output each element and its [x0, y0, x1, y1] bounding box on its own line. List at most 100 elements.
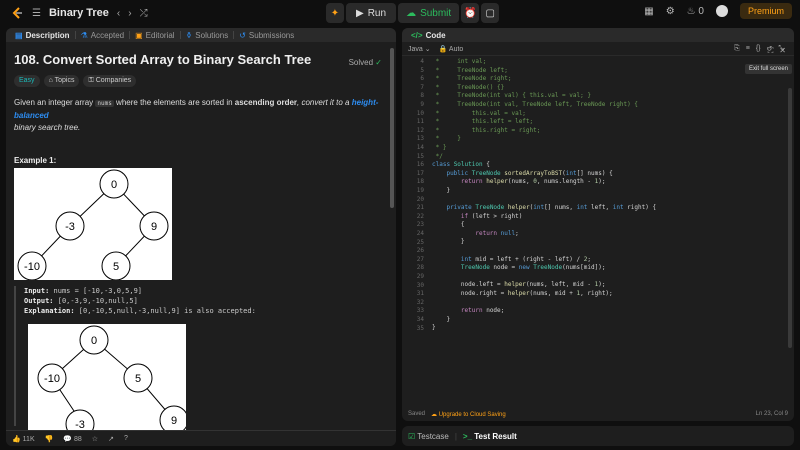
- code-scrollbar[interactable]: [788, 88, 792, 348]
- solved-badge: Solved ✓: [348, 58, 382, 67]
- left-tabs: ▤ Description ⚗ Accepted ▣ Editorial ⚱ Solut…: [6, 28, 396, 42]
- document-icon: ▤: [15, 30, 23, 40]
- gear-icon[interactable]: ⚙: [666, 6, 675, 17]
- help-button[interactable]: ?: [124, 435, 128, 442]
- description-footer: 👍 11K 👎 💬 88 ☆ ↗ ?: [6, 430, 396, 446]
- code-tabs: </> Code: [402, 28, 794, 42]
- problem-list-title[interactable]: Binary Tree: [49, 7, 109, 19]
- code-panel-controls: ⛶ ✕: [768, 46, 786, 56]
- auto-mode-toggle[interactable]: 🔒 Auto: [439, 45, 464, 53]
- tab-submissions[interactable]: ↺ Submissions: [234, 31, 299, 40]
- tab-editorial[interactable]: ▣ Editorial: [130, 31, 179, 40]
- timer-button[interactable]: ⏰: [461, 3, 480, 23]
- example-tree-image: 0 -3 9 -10 5: [14, 168, 172, 280]
- alarm-icon: ⏰: [463, 7, 477, 19]
- close-icon[interactable]: ✕: [779, 46, 786, 56]
- cursor-position: Ln 23, Col 9: [755, 411, 788, 417]
- companies-tag[interactable]: ⚿ Companies: [83, 75, 137, 87]
- star-icon: ☆: [91, 435, 99, 443]
- maximize-icon[interactable]: ⛶: [768, 46, 774, 56]
- tab-description[interactable]: ▤ Description: [10, 31, 75, 40]
- format-icon[interactable]: ≡: [746, 45, 750, 53]
- note-icon: ▢: [485, 7, 495, 19]
- saved-status: Saved: [408, 411, 426, 417]
- tree2-node-r: 5: [135, 373, 141, 385]
- avatar[interactable]: [715, 5, 728, 17]
- leetcode-logo-icon[interactable]: [10, 6, 24, 20]
- code-footer: Saved ☁ Upgrade to Cloud Saving Ln 23, C…: [402, 407, 794, 421]
- checkbox-icon: ☑: [408, 431, 416, 441]
- flask-icon: ⚗: [80, 30, 88, 40]
- tab-code[interactable]: </> Code: [406, 31, 451, 40]
- test-panel: ☑ Testcase | >_ Test Result: [402, 426, 794, 446]
- play-icon: ▶: [356, 7, 364, 19]
- book-icon: ▣: [135, 30, 143, 40]
- cloud-upload-icon: ☁: [406, 7, 417, 19]
- code-line: * TreeNode right;: [432, 75, 512, 83]
- beaker-icon: ⚱: [185, 30, 193, 40]
- prev-problem-icon[interactable]: ‹: [117, 8, 120, 19]
- code-line: * TreeNode() {}: [432, 83, 505, 91]
- code-line: * this.val = val;: [432, 109, 526, 117]
- code-line: * }: [432, 143, 447, 151]
- comments-button[interactable]: 💬 88: [63, 435, 81, 443]
- tree1-node-l: -3: [65, 221, 75, 233]
- tree2-node-root: 0: [91, 335, 97, 347]
- premium-button[interactable]: Premium: [739, 3, 792, 19]
- check-circle-icon: ✓: [375, 58, 382, 67]
- tree1-node-root: 0: [111, 179, 117, 191]
- layout-icon[interactable]: ▦: [644, 6, 653, 17]
- problem-list-icon[interactable]: ☰: [32, 8, 41, 19]
- run-button[interactable]: ▶ Run: [346, 3, 397, 23]
- code-text: * int val; * TreeNode left; * TreeNode r…: [432, 58, 657, 332]
- history-icon: ↺: [239, 30, 246, 40]
- tree1-node-rl: 5: [113, 261, 119, 273]
- code-panel: </> Code ⛶ ✕ Java ⌄ 🔒 Auto ⎘ ≡ {} ↺ ⤡ Exi…: [402, 28, 794, 421]
- terminal-icon: >_: [462, 431, 473, 441]
- example-title: Example 1:: [14, 156, 57, 165]
- tree2-node-rr: 9: [171, 415, 177, 427]
- description-panel: ▤ Description ⚗ Accepted ▣ Editorial ⚱ Solut…: [6, 28, 396, 446]
- share-icon: ↗: [108, 435, 114, 443]
- code-editor[interactable]: 4 5 6 7 8 9 10 11 12 13 14 15 16 17 18 1…: [402, 58, 794, 398]
- share-button[interactable]: ↗: [108, 435, 114, 443]
- thumbs-down-icon: 👎: [44, 435, 54, 443]
- code-line: * TreeNode left;: [432, 66, 508, 74]
- notes-button[interactable]: ▢: [481, 3, 500, 23]
- dislike-button[interactable]: 👎: [45, 435, 54, 443]
- page-title: 108. Convert Sorted Array to Binary Sear…: [14, 52, 312, 67]
- streak-counter[interactable]: ♨ 0: [687, 6, 704, 17]
- upgrade-link[interactable]: ☁ Upgrade to Cloud Saving: [431, 411, 506, 418]
- code-line: */: [432, 152, 443, 160]
- braces-icon[interactable]: {}: [756, 45, 761, 53]
- difficulty-tag[interactable]: Easy: [14, 75, 40, 87]
- tab-accepted[interactable]: ⚗ Accepted: [76, 31, 130, 40]
- debug-button[interactable]: ✦: [326, 3, 344, 23]
- comment-icon: 💬: [63, 435, 73, 443]
- bookmark-icon[interactable]: ⎘: [734, 45, 740, 53]
- tree2-node-l: -10: [44, 373, 60, 385]
- tag-icon: ⌂: [48, 77, 53, 84]
- shuffle-icon[interactable]: ⤮: [140, 8, 148, 19]
- topics-tag[interactable]: ⌂ Topics: [43, 75, 80, 87]
- tab-test-result[interactable]: >_ Test Result: [463, 432, 517, 441]
- code-line: * }: [432, 135, 461, 143]
- code-line: * TreeNode(int val, TreeNode left, TreeN…: [432, 100, 638, 108]
- tag-row: Easy ⌂ Topics ⚿ Companies: [14, 75, 388, 87]
- tab-testcase[interactable]: ☑ Testcase: [408, 432, 449, 441]
- description-scrollbar[interactable]: [390, 48, 394, 208]
- next-problem-icon[interactable]: ›: [128, 8, 131, 19]
- code-toolbar: Java ⌄ 🔒 Auto ⎘ ≡ {} ↺ ⤡: [402, 42, 794, 56]
- code-line: * int val;: [432, 58, 487, 65]
- thumbs-up-icon: 👍: [12, 435, 21, 443]
- like-button[interactable]: 👍 11K: [12, 435, 35, 443]
- favorite-button[interactable]: ☆: [92, 435, 98, 443]
- tab-solutions[interactable]: ⚱ Solutions: [181, 31, 234, 40]
- example-block: Input: nums = [-10,-3,0,5,9] Output: [0,…: [14, 286, 384, 434]
- code-icon: </>: [411, 30, 423, 40]
- submit-button[interactable]: ☁ Submit: [398, 3, 460, 23]
- lock-icon: 🔒: [438, 45, 448, 53]
- code-line: * this.right = right;: [432, 126, 541, 134]
- language-select[interactable]: Java ⌄: [408, 45, 431, 53]
- help-icon: ?: [123, 435, 128, 442]
